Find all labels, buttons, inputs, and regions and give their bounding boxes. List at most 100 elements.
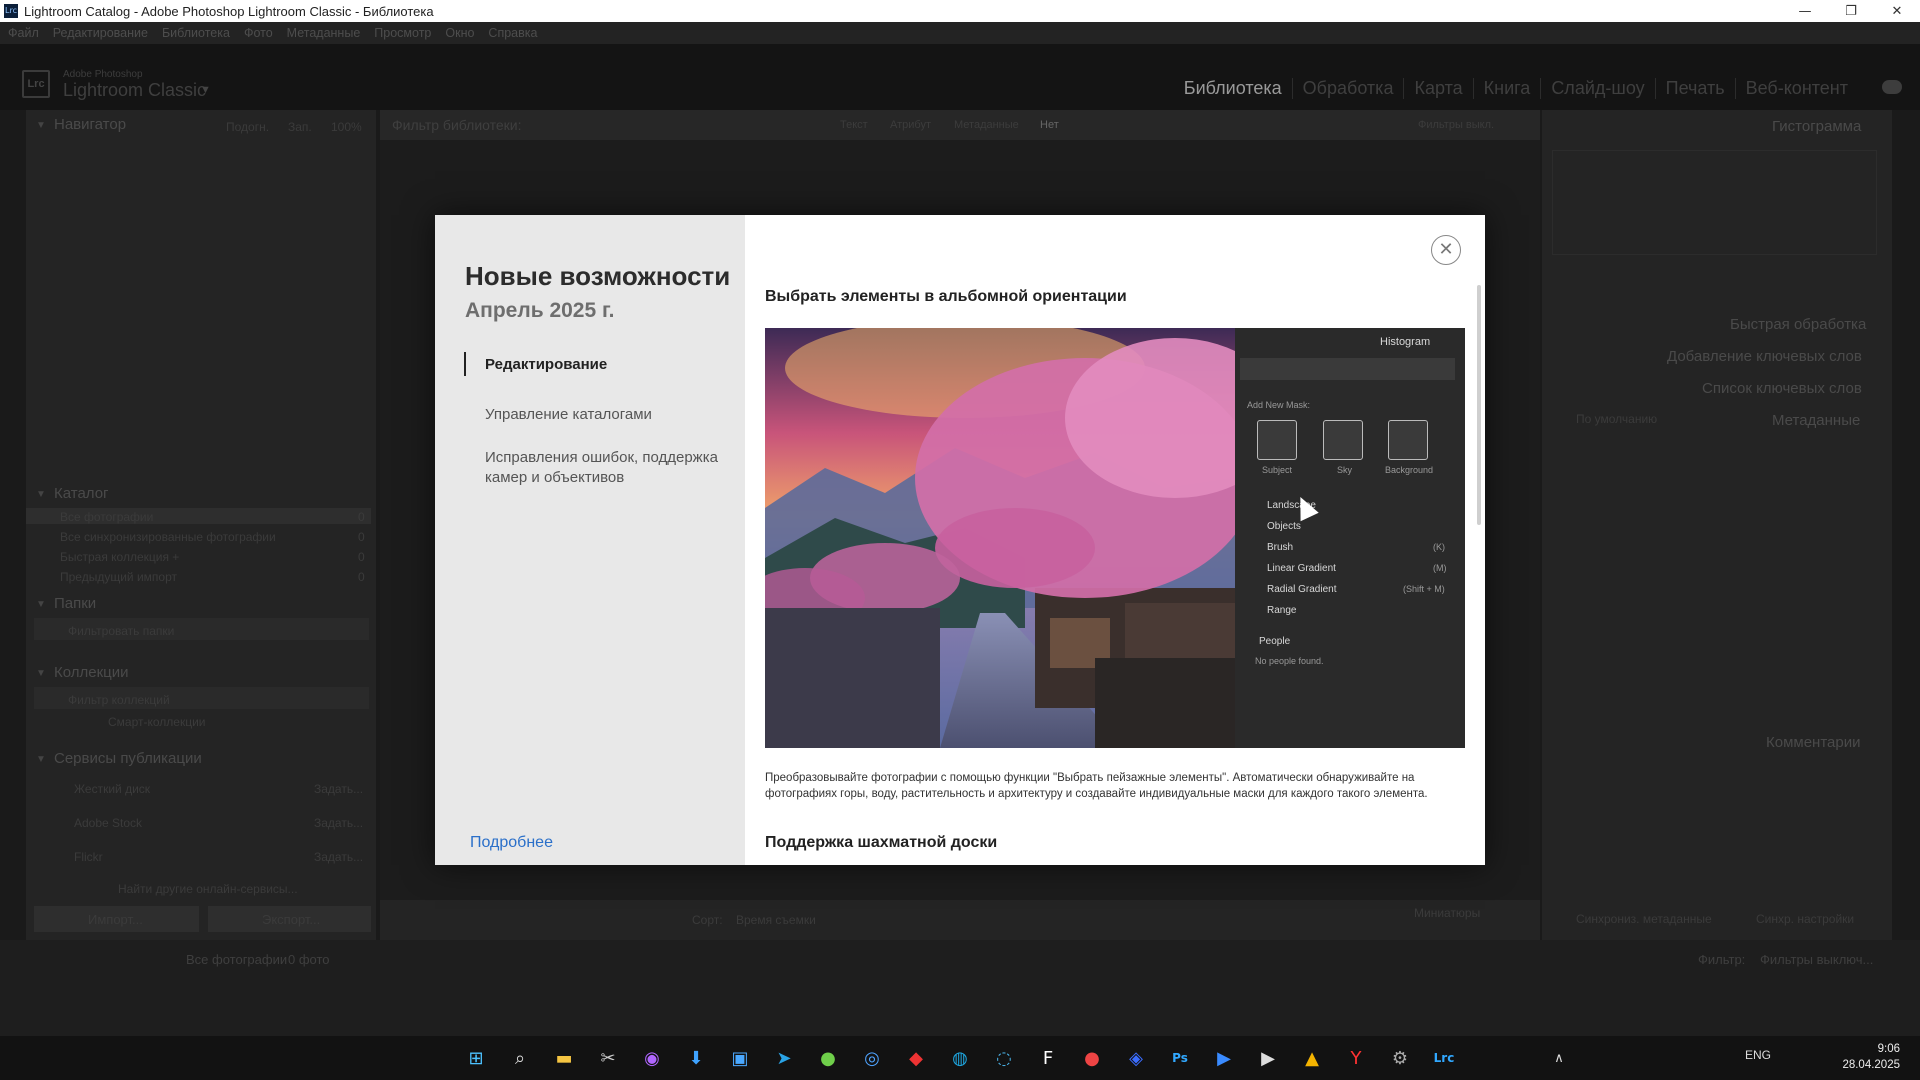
menu-edit[interactable]: Редактирование — [53, 26, 148, 40]
nav-catalog-management[interactable]: Управление каталогами — [485, 405, 735, 425]
hp-no-people: No people found. — [1255, 656, 1324, 666]
folder-icon[interactable]: ▬ — [550, 1044, 578, 1072]
folders-header[interactable]: Папки — [54, 595, 96, 612]
sort-select[interactable]: Время съемки — [736, 913, 816, 927]
histogram-header[interactable]: Гистограмма — [1772, 118, 1861, 135]
module-slideshow[interactable]: Слайд-шоу — [1540, 78, 1654, 99]
collapse-triangle-icon[interactable]: ▼ — [36, 120, 46, 131]
catalog-item[interactable]: Быстрая коллекция + — [60, 550, 179, 564]
photoshop-icon[interactable]: Ps — [1166, 1044, 1194, 1072]
module-develop[interactable]: Обработка — [1291, 78, 1404, 99]
module-print[interactable]: Печать — [1654, 78, 1735, 99]
tray-language[interactable]: ENG — [1745, 1048, 1771, 1062]
telegram-icon[interactable]: ➤ — [770, 1044, 798, 1072]
mouse-cursor-icon — [1291, 492, 1319, 522]
browser-icon[interactable]: ◉ — [638, 1044, 666, 1072]
cloud-icon[interactable] — [1882, 80, 1902, 94]
menu-library[interactable]: Библиотека — [162, 26, 230, 40]
publish-item[interactable]: Adobe Stock — [74, 816, 142, 830]
wireless-icon[interactable]: ◎ — [858, 1044, 886, 1072]
menu-window[interactable]: Окно — [445, 26, 474, 40]
download-icon[interactable]: ⬇ — [682, 1044, 710, 1072]
filmstrip-count: 0 фото — [288, 952, 330, 967]
nav-100[interactable]: 100% — [331, 120, 362, 134]
close-window-button[interactable]: ✕ — [1874, 0, 1920, 22]
left-panel: ▼ Навигатор Подогн. Зап. 100% ▼ Каталог … — [26, 110, 376, 940]
nav-editing[interactable]: Редактирование — [485, 355, 735, 375]
filter-none[interactable]: Нет — [1040, 119, 1059, 131]
tray-clock[interactable]: 9:06 28.04.2025 — [1842, 1041, 1900, 1073]
publish-header[interactable]: Сервисы публикации — [54, 750, 202, 767]
tray-chevron-icon[interactable]: ∧ — [1545, 1044, 1573, 1072]
module-book[interactable]: Книга — [1472, 78, 1541, 99]
menu-metadata[interactable]: Метаданные — [287, 26, 361, 40]
sync-settings-button[interactable]: Синхр. настройки — [1756, 912, 1854, 926]
edge-icon[interactable]: ◍ — [946, 1044, 974, 1072]
publish-item[interactable]: Жесткий диск — [74, 782, 150, 796]
publish-setup[interactable]: Задать... — [314, 782, 363, 796]
navigator-header[interactable]: Навигатор — [54, 116, 126, 133]
collapse-triangle-icon[interactable]: ▼ — [36, 668, 46, 679]
filter-metadata[interactable]: Метаданные — [954, 119, 1019, 131]
publish-item[interactable]: Flickr — [74, 850, 103, 864]
quick-develop-header[interactable]: Быстрая обработка — [1730, 316, 1866, 333]
catalog-header[interactable]: Каталог — [54, 485, 109, 502]
dialog-scrollbar[interactable] — [1477, 285, 1481, 525]
menu-file[interactable]: Файл — [8, 26, 39, 40]
publish-setup[interactable]: Задать... — [314, 816, 363, 830]
filter-text[interactable]: Текст — [840, 119, 868, 131]
module-web[interactable]: Веб-контент — [1734, 78, 1858, 99]
filter-presets[interactable]: Фильтры выкл. — [1418, 119, 1494, 131]
feature-screenshot: Histogram Add New Mask: Subject Sky Back… — [765, 328, 1465, 748]
metadata-header[interactable]: Метаданные — [1772, 412, 1860, 429]
globe-icon[interactable]: ◌ — [990, 1044, 1018, 1072]
app-f-icon[interactable]: F — [1034, 1044, 1062, 1072]
learn-more-link[interactable]: Подробнее — [470, 834, 553, 852]
collections-header[interactable]: Коллекции — [54, 664, 129, 681]
collapse-triangle-icon[interactable]: ▼ — [36, 754, 46, 765]
tools-icon[interactable]: ✂ — [594, 1044, 622, 1072]
record-icon[interactable]: ● — [1078, 1044, 1106, 1072]
windows-start-icon[interactable]: ⊞ — [462, 1044, 490, 1072]
comments-header[interactable]: Комментарии — [1766, 734, 1860, 751]
settings-gear-icon[interactable]: ⚙ — [1386, 1044, 1414, 1072]
office-icon[interactable]: ◆ — [902, 1044, 930, 1072]
sync-metadata-button[interactable]: Синхрониз. метаданные — [1576, 912, 1712, 926]
collapse-triangle-icon[interactable]: ▼ — [36, 489, 46, 500]
metadata-preset-select[interactable]: По умолчанию — [1576, 412, 1657, 426]
keywording-header[interactable]: Добавление ключевых слов — [1667, 348, 1862, 365]
yandex-icon[interactable]: Y — [1342, 1044, 1370, 1072]
remote-icon[interactable]: ◈ — [1122, 1044, 1150, 1072]
filmstrip-source[interactable]: Все фотографии — [186, 952, 287, 967]
lightroom-taskbar-icon[interactable]: Lrc — [1430, 1044, 1458, 1072]
minimize-button[interactable]: — — [1782, 0, 1828, 22]
nav-fit[interactable]: Подогн. — [226, 120, 269, 134]
brand-menu-caret-icon[interactable]: ▼ — [200, 84, 211, 96]
filter-attribute[interactable]: Атрибут — [890, 119, 931, 131]
filmstrip-filter-select[interactable]: Фильтры выключ... — [1760, 952, 1873, 967]
menu-photo[interactable]: Фото — [244, 26, 273, 40]
module-library[interactable]: Библиотека — [1174, 78, 1292, 99]
nav-bug-fixes[interactable]: Исправления ошибок, поддержка камер и об… — [485, 448, 735, 488]
find-more-services[interactable]: Найти другие онлайн-сервисы... — [118, 882, 298, 896]
hp-tool: Range — [1267, 605, 1297, 616]
media-player-icon[interactable]: ▶ — [1254, 1044, 1282, 1072]
smart-collections-item[interactable]: Смарт-коллекции — [108, 715, 206, 729]
menu-view[interactable]: Просмотр — [374, 26, 431, 40]
catalog-item[interactable]: Предыдущий импорт — [60, 570, 177, 584]
lock-icon[interactable]: ▣ — [726, 1044, 754, 1072]
torrent-icon[interactable]: ● — [814, 1044, 842, 1072]
warning-app-icon[interactable]: ▲ — [1298, 1044, 1326, 1072]
collapse-triangle-icon[interactable]: ▼ — [36, 599, 46, 610]
module-map[interactable]: Карта — [1403, 78, 1472, 99]
maximize-button[interactable]: ❐ — [1828, 0, 1874, 22]
keyword-list-header[interactable]: Список ключевых слов — [1702, 380, 1862, 397]
close-dialog-button[interactable]: ✕ — [1431, 235, 1461, 265]
play-icon[interactable]: ▶ — [1210, 1044, 1238, 1072]
catalog-item[interactable]: Все синхронизированные фотографии — [60, 530, 276, 544]
search-icon[interactable]: ⌕ — [506, 1044, 534, 1072]
catalog-item[interactable]: Все фотографии — [60, 510, 153, 524]
nav-fill[interactable]: Зап. — [288, 120, 312, 134]
publish-setup[interactable]: Задать... — [314, 850, 363, 864]
menu-help[interactable]: Справка — [488, 26, 537, 40]
